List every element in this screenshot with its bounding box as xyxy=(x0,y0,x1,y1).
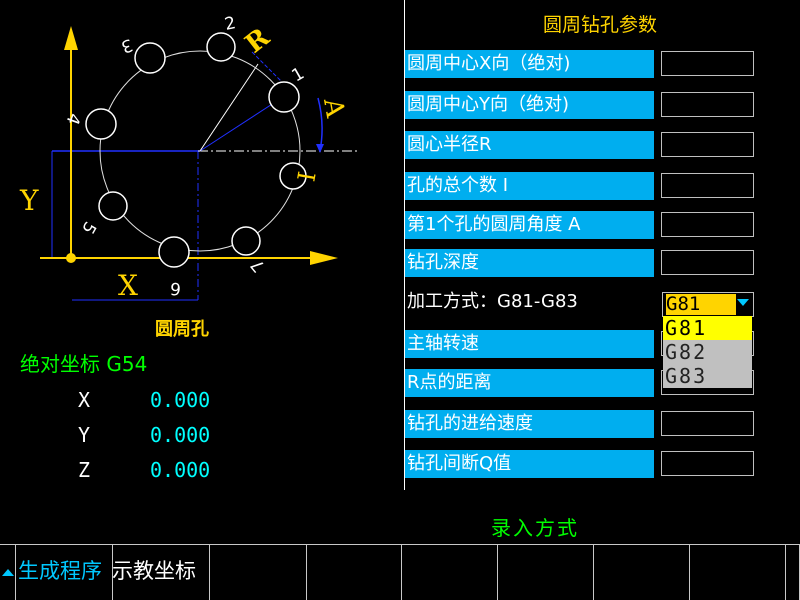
param-field-depth[interactable] xyxy=(661,250,754,275)
machining-mode-select[interactable]: G81 xyxy=(662,292,754,317)
axis-x-label: X xyxy=(118,269,138,302)
input-mode-status: 录入方式 xyxy=(491,516,579,540)
circular-holes-diagram: 1 2 3 4 5 6 7 R A I Y X 圆周孔 xyxy=(19,13,360,340)
machining-mode-value: G81 xyxy=(666,294,736,315)
panel-title: 圆周钻孔参数 xyxy=(542,14,657,36)
diagram-caption: 圆周孔 xyxy=(155,319,209,340)
param-label-depth: 钻孔深度 xyxy=(405,249,654,277)
param-field-hole-count[interactable] xyxy=(661,173,754,198)
param-field-center-x[interactable] xyxy=(661,51,754,76)
param-field-radius[interactable] xyxy=(661,132,754,157)
coord-axis-x: X xyxy=(78,388,91,412)
hole-label-1: 1 xyxy=(289,64,308,87)
softkey-generate-program-label: 生成程序 xyxy=(18,559,102,583)
param-label-feed-rate: 钻孔的进给速度 xyxy=(405,410,654,438)
param-field-center-y[interactable] xyxy=(661,92,754,117)
param-label-center-y: 圆周中心Y向（绝对) xyxy=(405,91,654,119)
softkey-next[interactable] xyxy=(785,544,800,600)
option-g82[interactable]: G82 xyxy=(663,340,752,364)
option-g81[interactable]: G81 xyxy=(663,316,752,340)
param-label-r-point: R点的距离 xyxy=(405,369,654,397)
param-label-start-angle: 第1个孔的圆周角度 A xyxy=(405,211,654,239)
option-g83[interactable]: G83 xyxy=(663,364,752,388)
coord-axis-y: Y xyxy=(78,423,91,447)
hole-label-3: 3 xyxy=(118,34,135,56)
param-label-peck-q: 钻孔间断Q值 xyxy=(405,450,654,478)
param-label-hole-count: 孔的总个数 I xyxy=(405,172,654,200)
param-label-spindle-speed: 主轴转速 xyxy=(405,330,654,358)
coord-axis-z: Z xyxy=(78,458,91,482)
softkey-7[interactable] xyxy=(593,544,689,600)
hole-label-5: 5 xyxy=(77,218,100,237)
menu-up-arrow-icon[interactable] xyxy=(2,569,14,576)
label-r: R xyxy=(240,22,276,59)
machining-mode-options: G81 G82 G83 xyxy=(663,316,752,388)
axis-y-label: Y xyxy=(19,184,39,217)
coordinate-title: 绝对坐标 G54 xyxy=(20,352,148,376)
param-label-machining-mode: 加工方式：G81-G83 xyxy=(405,288,654,316)
hole-label-2: 2 xyxy=(223,13,238,35)
softkey-3[interactable] xyxy=(209,544,306,600)
param-label-center-x: 圆周中心X向（绝对) xyxy=(405,50,654,78)
hole-label-6: 6 xyxy=(169,278,182,299)
softkey-5[interactable] xyxy=(401,544,497,600)
hole-label-4: 4 xyxy=(62,110,84,127)
param-field-start-angle[interactable] xyxy=(661,212,754,237)
param-field-peck-q[interactable] xyxy=(661,451,754,476)
coord-value-y: 0.000 xyxy=(150,423,211,447)
param-field-feed-rate[interactable] xyxy=(661,411,754,436)
softkey-8[interactable] xyxy=(689,544,785,600)
dropdown-arrow-icon[interactable] xyxy=(737,299,749,306)
coord-value-z: 0.000 xyxy=(150,458,211,482)
coord-value-x: 0.000 xyxy=(150,388,211,412)
softkey-4[interactable] xyxy=(306,544,401,600)
softkey-teach-coords-label: 示教坐标 xyxy=(112,559,196,583)
softkey-6[interactable] xyxy=(497,544,593,600)
label-a: A xyxy=(317,95,350,121)
param-label-radius: 圆心半径R xyxy=(405,131,654,159)
